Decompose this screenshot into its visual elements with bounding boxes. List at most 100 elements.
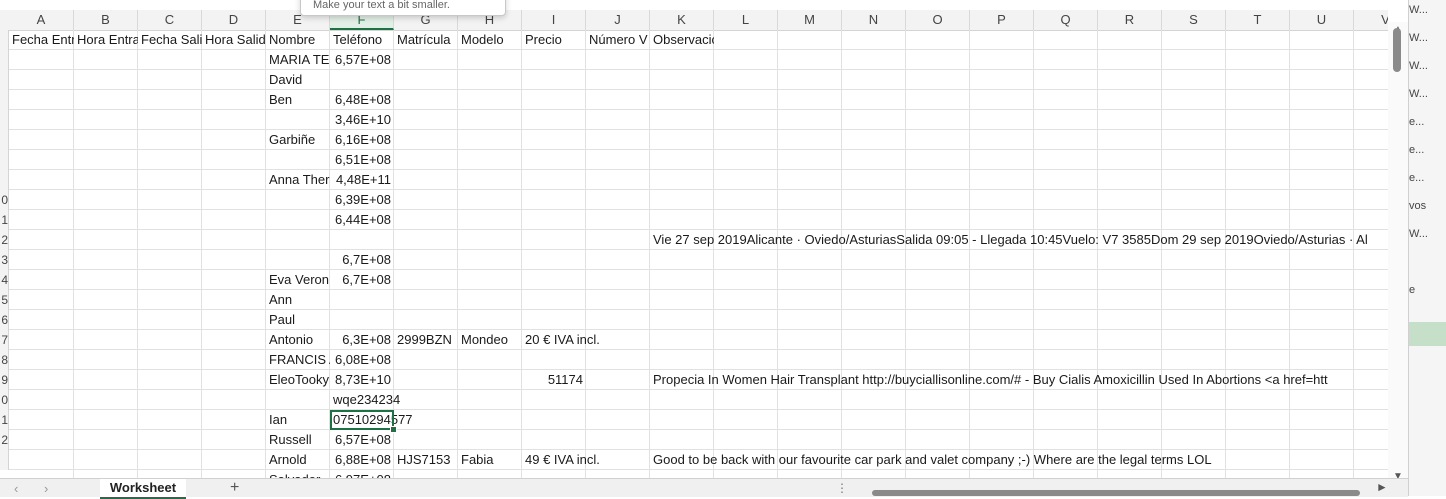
row-header[interactable]: 1	[0, 410, 9, 430]
horizontal-scroll-thumb[interactable]	[872, 490, 1360, 496]
scroll-split-icon[interactable]: ⋮	[836, 481, 848, 495]
cell-f-15[interactable]: 6,3E+08	[330, 330, 394, 350]
row-header[interactable]	[0, 450, 9, 470]
cell-f-22[interactable]: 6,97E+08	[330, 470, 394, 478]
cell-f-20[interactable]: 6,57E+08	[330, 430, 394, 450]
cell-f-5[interactable]: 6,16E+08	[330, 130, 394, 150]
row-header[interactable]: 5	[0, 290, 9, 310]
row-header[interactable]	[0, 150, 9, 170]
cell-f-21[interactable]: 6,88E+08	[330, 450, 394, 470]
cell-f-7[interactable]: 4,48E+11	[330, 170, 394, 190]
row-header[interactable]	[0, 50, 9, 70]
cell-f-4[interactable]: 3,46E+10	[330, 110, 394, 130]
cell-k-17[interactable]: Propecia In Women Hair Transplant http:/…	[650, 370, 1388, 390]
cell-e-19[interactable]: Ian	[266, 410, 330, 430]
row-header[interactable]: 2	[0, 230, 9, 250]
cell-f-9[interactable]: 6,44E+08	[330, 210, 394, 230]
cell-e-21[interactable]: Arnold	[266, 450, 330, 470]
cell-i-17[interactable]: 51174	[522, 370, 586, 390]
row-header[interactable]: 0	[0, 390, 9, 410]
fill-handle[interactable]	[390, 426, 397, 433]
cell-e-22[interactable]: Salvador	[266, 470, 330, 478]
cell-k-21[interactable]: Good to be back with our favourite car p…	[650, 450, 1388, 470]
column-header-o[interactable]: O	[906, 10, 970, 30]
row-header[interactable]: 1	[0, 210, 9, 230]
column-title-cell[interactable]: Teléfono	[330, 30, 394, 50]
cell-f-8[interactable]: 6,39E+08	[330, 190, 394, 210]
row-header[interactable]: 6	[0, 310, 9, 330]
column-header-n[interactable]: N	[842, 10, 906, 30]
row-header[interactable]	[0, 130, 9, 150]
row-header[interactable]: 3	[0, 250, 9, 270]
column-header-k[interactable]: K	[650, 10, 714, 30]
side-panel-item[interactable]: vos	[1409, 200, 1426, 212]
prev-sheet-icon[interactable]: ‹	[14, 481, 18, 496]
cell-f-18[interactable]: wqe234234	[330, 390, 1388, 410]
side-panel-item[interactable]: e	[1409, 284, 1415, 296]
column-title-cell[interactable]: Hora Salid	[202, 30, 266, 50]
cell-f-12[interactable]: 6,7E+08	[330, 270, 394, 290]
scroll-right-icon[interactable]: ►	[1376, 480, 1388, 494]
column-title-cell[interactable]: Matrícula	[394, 30, 458, 50]
row-header[interactable]	[0, 90, 9, 110]
row-header[interactable]: 7	[0, 330, 9, 350]
column-header-c[interactable]: C	[138, 10, 202, 30]
row-header[interactable]	[0, 30, 9, 50]
cell-e-16[interactable]: FRANCIS A	[266, 350, 330, 370]
cell-e-3[interactable]: Ben	[266, 90, 330, 110]
column-title-cell[interactable]: Fecha Entr	[9, 30, 74, 50]
row-header[interactable]: 8	[0, 350, 9, 370]
column-title-cell[interactable]: Observaciones	[650, 30, 714, 50]
side-panel-item[interactable]: e...	[1409, 116, 1424, 128]
side-panel-item[interactable]: W...	[1409, 32, 1428, 44]
cell-i-15[interactable]: 20 € IVA incl.	[522, 330, 1388, 350]
column-title-cell[interactable]: Número V	[586, 30, 650, 50]
column-header-b[interactable]: B	[74, 10, 138, 30]
row-header[interactable]	[0, 70, 9, 90]
column-header-i[interactable]: I	[522, 10, 586, 30]
cell-g-21[interactable]: HJS7153	[394, 450, 458, 470]
column-header-a[interactable]: A	[9, 10, 74, 30]
cell-f-16[interactable]: 6,08E+08	[330, 350, 394, 370]
cell-h-21[interactable]: Fabia	[458, 450, 522, 470]
column-header-r[interactable]: R	[1098, 10, 1162, 30]
column-header-t[interactable]: T	[1226, 10, 1290, 30]
add-sheet-icon[interactable]: +	[230, 479, 239, 497]
cell-f-17[interactable]: 8,73E+10	[330, 370, 394, 390]
cell-h-15[interactable]: Mondeo	[458, 330, 522, 350]
cell-f-11[interactable]: 6,7E+08	[330, 250, 394, 270]
side-panel-item[interactable]: e...	[1409, 144, 1424, 156]
side-panel-item[interactable]: W...	[1409, 228, 1428, 240]
column-header-q[interactable]: Q	[1034, 10, 1098, 30]
sheet-tab-worksheet[interactable]: Worksheet	[100, 479, 186, 499]
cell-e-20[interactable]: Russell	[266, 430, 330, 450]
row-header[interactable]: 2	[0, 430, 9, 450]
cell-f-6[interactable]: 6,51E+08	[330, 150, 394, 170]
cell-f-19[interactable]: 07510294577	[330, 410, 413, 430]
cell-e-15[interactable]: Antonio	[266, 330, 330, 350]
column-title-cell[interactable]: Precio	[522, 30, 586, 50]
cell-e-2[interactable]: David	[266, 70, 330, 90]
row-header[interactable]	[0, 170, 9, 190]
column-header-d[interactable]: D	[202, 10, 266, 30]
column-title-cell[interactable]: Fecha Sali	[138, 30, 202, 50]
column-title-cell[interactable]: Modelo	[458, 30, 522, 50]
cell-e-1[interactable]: MARIA TE	[266, 50, 330, 70]
side-panel-item[interactable]: e...	[1409, 172, 1424, 184]
next-sheet-icon[interactable]: ›	[44, 481, 48, 496]
cell-e-5[interactable]: Garbiñe	[266, 130, 330, 150]
cell-g-15[interactable]: 2999BZN	[394, 330, 458, 350]
side-panel-item[interactable]: W...	[1409, 4, 1428, 16]
cell-e-7[interactable]: Anna Ther	[266, 170, 330, 190]
column-header-u[interactable]: U	[1290, 10, 1354, 30]
cell-e-12[interactable]: Eva Veron	[266, 270, 330, 290]
row-header[interactable]: 0	[0, 190, 9, 210]
vertical-scroll-thumb[interactable]	[1393, 28, 1401, 72]
column-title-cell[interactable]: Nombre	[266, 30, 330, 50]
column-header-l[interactable]: L	[714, 10, 778, 30]
column-header-s[interactable]: S	[1162, 10, 1226, 30]
cell-k-10[interactable]: Vie 27 sep 2019Alicante · Oviedo/Asturia…	[650, 230, 1388, 250]
row-header[interactable]: 4	[0, 270, 9, 290]
row-header[interactable]: 9	[0, 370, 9, 390]
spreadsheet-grid[interactable]: ABCDEFGHIJKLMNOPQRSTUV 0123456789012 Fec…	[0, 0, 1388, 478]
